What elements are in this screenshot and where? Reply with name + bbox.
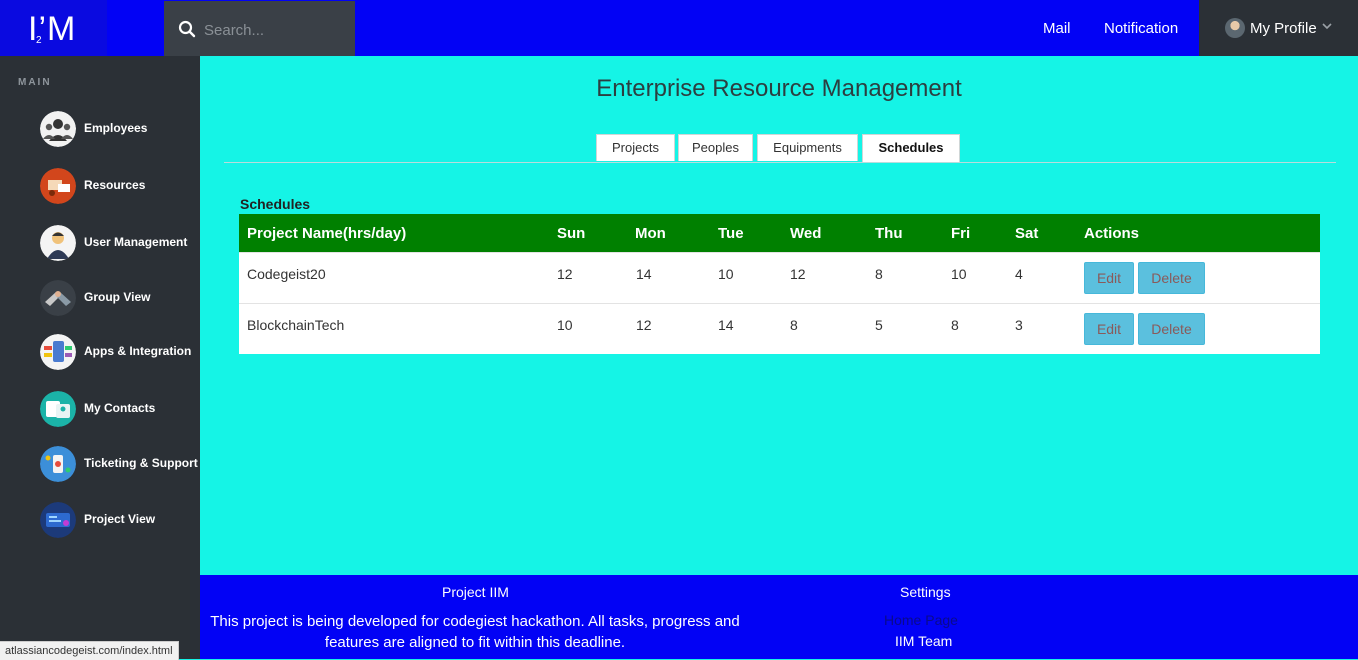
tab-divider [224,162,1336,163]
sidebar-item-group-view[interactable]: Group View [40,279,200,317]
user-management-icon [40,225,76,261]
main-content: Enterprise Resource Management Projects … [200,56,1358,575]
header-sat: Sat [1015,225,1039,242]
cell-thu: 5 [875,317,883,333]
sidebar-item-project-view[interactable]: Project View [40,501,200,539]
search-input[interactable] [202,18,351,42]
top-navbar: I’M 2 Mail Notification My Profile [0,0,1358,56]
header-project-name: Project Name(hrs/day) [247,225,407,242]
cell-project-name: BlockchainTech [247,317,345,333]
tab-projects[interactable]: Projects [596,134,675,161]
footer-iim-team-link[interactable]: IIM Team [895,633,952,649]
group-view-icon [40,280,76,316]
tab-schedules[interactable]: Schedules [862,134,960,163]
status-bar-url: atlassiancodegeist.com/index.html [0,641,179,660]
sidebar-item-label: Resources [84,178,146,192]
header-thu: Thu [875,225,903,242]
footer-home-page-link[interactable]: Home Page [884,612,958,628]
sidebar-item-label: Apps & Integration [84,344,192,358]
header-tue: Tue [718,225,744,242]
sidebar-item-my-contacts[interactable]: My Contacts [40,390,200,428]
employees-icon [40,111,76,147]
cell-mon: 12 [636,317,652,333]
sidebar-item-apps-integration[interactable]: Apps & Integration [40,333,200,371]
sidebar-item-label: Project View [84,512,156,526]
footer-description-line: features are aligned to fit within this … [324,634,626,651]
sidebar-item-label: Ticketing & Support [84,456,198,470]
sidebar-section-title: MAIN [18,77,52,88]
sidebar-item-employees[interactable]: Employees [40,110,200,148]
edit-button[interactable]: Edit [1084,313,1134,345]
footer-description: This project is being developed for code… [200,611,750,653]
cell-sun: 12 [557,266,573,282]
page-title: Enterprise Resource Management [596,75,962,102]
cell-mon: 14 [636,266,652,282]
header-actions: Actions [1084,225,1140,242]
header-wed: Wed [790,225,822,242]
header-sun: Sun [557,225,586,242]
profile-menu[interactable]: My Profile [1199,0,1358,56]
table-header: Project Name(hrs/day) Sun Mon Tue Wed Th… [239,214,1320,252]
my-contacts-icon [40,391,76,427]
header-mon: Mon [635,225,666,242]
sidebar-item-user-management[interactable]: User Management [40,224,200,262]
sidebar: MAIN Employees Resources User Management [0,56,200,659]
table-row: BlockchainTech 10 12 14 8 5 8 3 Edit Del… [239,303,1320,354]
avatar [1225,18,1245,38]
search-icon[interactable] [178,20,196,38]
header-fri: Fri [951,225,971,242]
sidebar-item-label: Group View [84,290,151,304]
table-row: Codegeist20 12 14 10 12 8 10 4 Edit Dele… [239,252,1320,303]
sidebar-item-label: Employees [84,121,148,135]
cell-tue: 10 [718,266,734,282]
cell-tue: 14 [718,317,734,333]
cell-sun: 10 [557,317,573,333]
brand-logo[interactable]: I’M 2 [0,0,164,56]
tab-equipments[interactable]: Equipments [757,134,858,161]
apps-integration-icon [40,334,76,370]
sidebar-item-resources[interactable]: Resources [40,167,200,205]
cell-fri: 10 [951,266,967,282]
mail-link[interactable]: Mail [1043,20,1071,37]
delete-button[interactable]: Delete [1138,262,1205,294]
chevron-down-icon [1322,23,1332,30]
ticketing-support-icon [40,446,76,482]
footer-project-title: Project IIM [442,584,509,600]
tab-peoples[interactable]: Peoples [678,134,753,161]
cell-wed: 8 [790,317,798,333]
resources-icon [40,168,76,204]
edit-button[interactable]: Edit [1084,262,1134,294]
cell-wed: 12 [790,266,806,282]
sidebar-item-label: My Contacts [84,401,156,415]
delete-button[interactable]: Delete [1138,313,1205,345]
cell-project-name: Codegeist20 [247,266,326,282]
footer-settings-title: Settings [900,584,951,600]
section-label: Schedules [240,196,311,212]
footer-description-line: This project is being developed for code… [210,613,740,630]
cell-sat: 3 [1015,317,1023,333]
cell-sat: 4 [1015,266,1023,282]
cell-thu: 8 [875,266,883,282]
search-box [164,1,355,56]
profile-label: My Profile [1250,20,1317,37]
sidebar-item-label: User Management [84,235,188,249]
sidebar-item-ticketing-support[interactable]: Ticketing & Support [40,445,200,483]
footer: Project IIM This project is being develo… [200,575,1358,659]
logo-subscript: 2 [36,35,42,46]
notification-link[interactable]: Notification [1104,20,1178,37]
cell-fri: 8 [951,317,959,333]
project-view-icon [40,502,76,538]
